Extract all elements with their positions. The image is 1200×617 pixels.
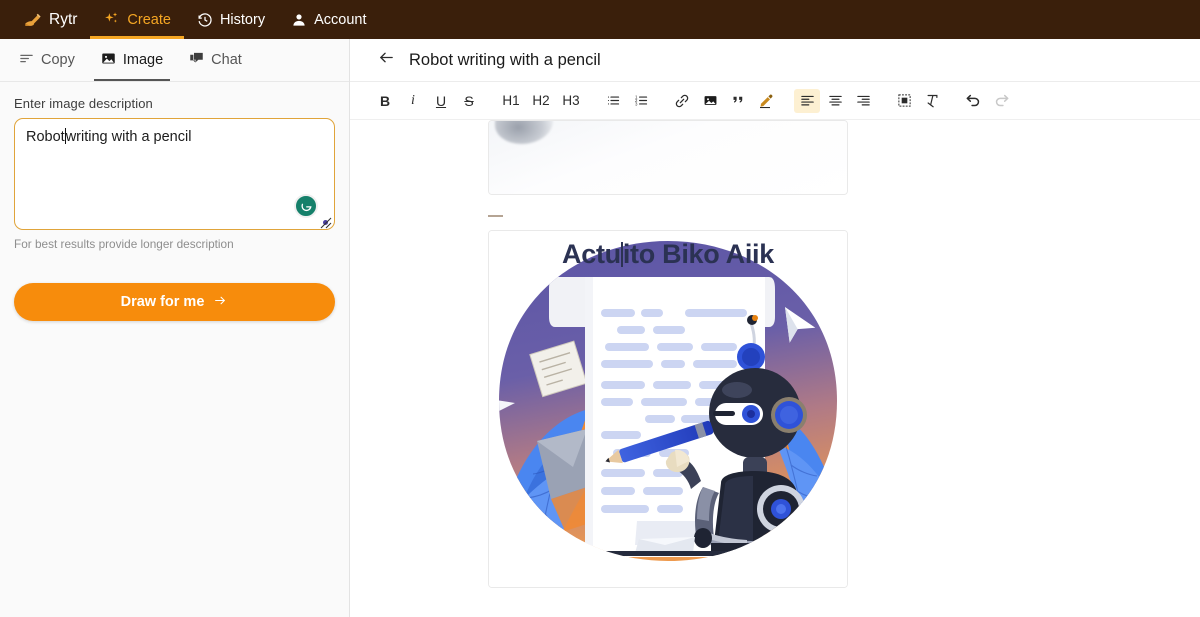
sidebar-tab-copy-label: Copy <box>41 52 75 68</box>
draw-for-me-button[interactable]: Draw for me <box>14 283 335 321</box>
sidebar-tab-chat-label: Chat <box>211 52 242 68</box>
sidebar: Copy Image <box>0 39 350 617</box>
underline-icon[interactable]: U <box>428 89 454 113</box>
resize-handle-icon[interactable] <box>320 217 332 229</box>
table-icon[interactable] <box>891 89 917 113</box>
formatting-toolbar: B i U S H1 H2 H3 1 2 3 <box>350 82 1200 120</box>
description-text-before-caret: Robot <box>26 129 65 145</box>
sidebar-content: Enter image description Robotwriting wit… <box>0 82 349 321</box>
nav-item-account-label: Account <box>314 12 366 28</box>
svg-text:3: 3 <box>634 101 637 106</box>
description-text-after-caret: writing with a pencil <box>66 129 192 145</box>
arrow-right-icon <box>213 294 228 311</box>
sidebar-tab-bar: Copy Image <box>0 39 349 82</box>
person-icon <box>291 12 307 28</box>
image-description-input[interactable]: Robotwriting with a pencil <box>14 118 335 230</box>
lines-icon <box>19 51 34 70</box>
sidebar-tab-image-label: Image <box>123 52 163 68</box>
sidebar-tab-copy[interactable]: Copy <box>6 39 88 81</box>
writing-hand-icon <box>23 10 42 29</box>
page-title: Robot writing with a pencil <box>409 51 601 70</box>
document-canvas[interactable]: — <box>350 120 1200 617</box>
bullet-list-icon[interactable] <box>600 89 626 113</box>
chat-icon <box>189 51 204 70</box>
grammarly-icon[interactable] <box>294 194 318 218</box>
generated-title-after-caret: ito Biko Aiik <box>623 239 774 269</box>
paragraph-divider: — <box>488 212 1200 220</box>
align-center-icon[interactable] <box>822 89 848 113</box>
draw-for-me-label: Draw for me <box>121 294 205 310</box>
redo-icon[interactable] <box>988 89 1014 113</box>
nav-item-account[interactable]: Account <box>278 0 379 39</box>
image-smudge <box>495 120 553 144</box>
strikethrough-icon[interactable]: S <box>456 89 482 113</box>
nav-item-create[interactable]: Create <box>90 0 184 39</box>
image-description-label: Enter image description <box>14 96 335 111</box>
align-left-icon[interactable] <box>794 89 820 113</box>
nav-item-create-label: Create <box>127 12 171 28</box>
numbered-list-icon[interactable]: 1 2 3 <box>628 89 654 113</box>
arrow-left-icon[interactable] <box>377 49 396 71</box>
generated-title-before-caret: Actu <box>562 239 621 269</box>
undo-icon[interactable] <box>960 89 986 113</box>
sidebar-tab-image[interactable]: Image <box>88 39 176 81</box>
generated-image: Actuito Biko Aiik <box>489 231 847 587</box>
previous-image <box>489 120 847 194</box>
editor-panel: Robot writing with a pencil B i U S H1 H… <box>350 39 1200 617</box>
nav-item-history[interactable]: History <box>184 0 278 39</box>
italic-icon[interactable]: i <box>400 89 426 113</box>
h3-icon[interactable]: H3 <box>557 89 585 113</box>
sparkles-icon <box>103 11 120 28</box>
image-description-value: Robotwriting with a pencil <box>26 128 191 145</box>
image-icon[interactable] <box>697 89 723 113</box>
generated-image-block[interactable]: Actuito Biko Aiik <box>488 230 848 588</box>
quote-icon[interactable] <box>725 89 751 113</box>
sidebar-tab-chat[interactable]: Chat <box>176 39 255 81</box>
h2-icon[interactable]: H2 <box>527 89 555 113</box>
bold-icon[interactable]: B <box>372 89 398 113</box>
picture-icon <box>101 51 116 70</box>
align-right-icon[interactable] <box>850 89 876 113</box>
top-navigation-bar: Rytr Create History Acc <box>0 0 1200 39</box>
document-header: Robot writing with a pencil <box>350 39 1200 82</box>
nav-item-rytr-label: Rytr <box>49 11 77 29</box>
link-icon[interactable] <box>669 89 695 113</box>
pencil-icon[interactable] <box>753 89 779 113</box>
h1-icon[interactable]: H1 <box>497 89 525 113</box>
previous-image-block[interactable] <box>488 120 848 195</box>
robot-writing-illustration <box>489 231 847 587</box>
clear-format-icon[interactable] <box>919 89 945 113</box>
nav-item-rytr[interactable]: Rytr <box>10 0 90 39</box>
clock-icon <box>197 12 213 28</box>
description-hint: For best results provide longer descript… <box>14 237 335 251</box>
generated-image-title: Actuito Biko Aiik <box>489 239 847 270</box>
document-content: — <box>350 120 1200 588</box>
nav-item-history-label: History <box>220 12 265 28</box>
